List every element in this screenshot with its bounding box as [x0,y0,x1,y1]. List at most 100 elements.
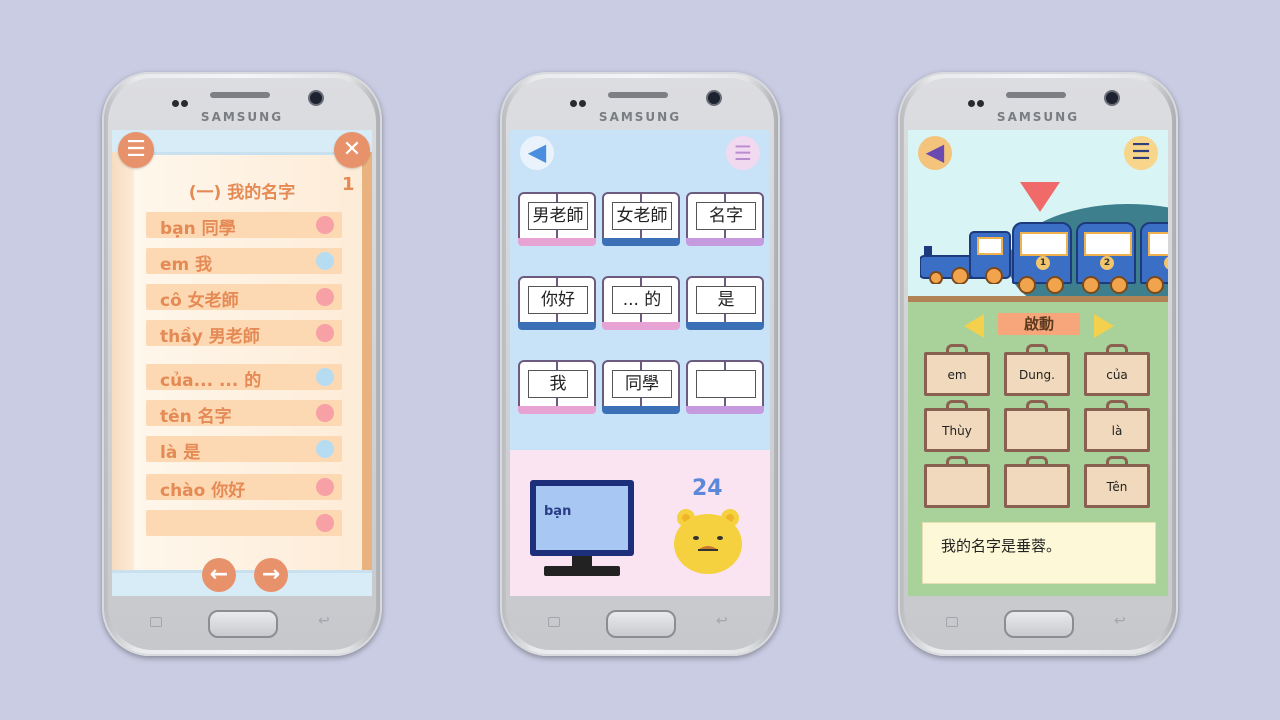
vocab-row[interactable]: cô 女老師 [146,284,342,311]
suitcase-word[interactable]: Thùy [924,400,990,452]
train-car: 1 [1012,222,1072,284]
card-word: 名字 [696,202,756,230]
vocab-row[interactable]: tên 名字 [146,400,342,427]
car-number: 2 [1100,256,1114,270]
audio-dot[interactable] [316,404,334,422]
word-card[interactable]: 我 [518,356,596,414]
score-counter: 24 [692,476,723,501]
vocab-row[interactable]: bạn 同學 [146,212,342,239]
page-curl [112,152,134,570]
card-word: 女老師 [612,202,672,230]
audio-dot[interactable] [316,252,334,270]
card-word: 你好 [528,286,588,314]
sensor-dots [570,92,592,107]
vocab-row[interactable]: là 是 [146,436,342,463]
next-page-button[interactable]: → [254,558,288,592]
prev-page-button[interactable]: ← [202,558,236,592]
vocab-row[interactable]: của... ... 的 [146,364,342,391]
card-game-screen: ◀ ☰ 男老師 女老師 名字 你好 ... 的 是 我 同學 bạn 24 [510,130,770,596]
back-arrow-icon: ◀ [925,138,945,166]
home-button[interactable] [606,610,676,638]
vocab-row[interactable] [146,510,342,536]
word-card[interactable]: 是 [686,272,764,330]
car-window [1020,232,1068,256]
word-card[interactable]: 你好 [518,272,596,330]
arrow-left-icon: ← [209,562,229,587]
front-camera-icon [1104,90,1120,106]
triangle-right-icon[interactable] [1094,314,1114,338]
back-key[interactable] [716,613,730,629]
audio-dot[interactable] [316,324,334,342]
word-card[interactable]: 名字 [686,188,764,246]
suitcase-label: em [947,368,967,382]
suitcase-word[interactable]: là [1084,400,1150,452]
back-key[interactable] [318,613,332,629]
suitcase-word[interactable]: Tên [1084,456,1150,508]
phone-middle: SAMSUNG ◀ ☰ 男老師 女老師 名字 你好 ... 的 是 我 同學 b… [500,72,780,656]
sentence-panel: 我的名字是垂蓉。 [922,522,1156,584]
car-number: 1 [1036,256,1050,270]
start-control: 啟動 [964,310,1114,340]
menu-icon: ☰ [1131,140,1151,165]
audio-dot[interactable] [316,368,334,386]
audio-dot[interactable] [316,440,334,458]
menu-button[interactable]: ☰ [1124,136,1158,170]
audio-dot[interactable] [316,216,334,234]
triangle-left-icon[interactable] [964,314,984,338]
home-button[interactable] [208,610,278,638]
suitcase-label: Thùy [942,424,972,438]
vocab-row[interactable]: thầy 男老師 [146,320,342,347]
suitcase-word[interactable] [1004,400,1070,452]
game-status-panel: bạn 24 [510,450,770,596]
vocab-text: thầy 男老師 [160,327,260,347]
vocab-row[interactable]: em 我 [146,248,342,275]
back-button[interactable]: ◀ [520,136,554,170]
car-window [1084,232,1132,256]
wheel-icon [1018,276,1036,294]
audio-dot[interactable] [316,478,334,496]
train-car: 3 [1140,222,1168,284]
suitcase-word[interactable]: của [1084,344,1150,396]
vocab-text: tên 名字 [160,407,232,427]
word-card[interactable]: 男老師 [518,188,596,246]
recent-apps-key[interactable] [548,617,562,627]
suitcase-label: Dung. [1019,368,1055,382]
page-number: 1 [342,174,355,195]
recent-apps-key[interactable] [946,617,960,627]
recent-apps-key[interactable] [150,617,164,627]
wheel-icon [1046,276,1064,294]
bear-mascot-icon [674,509,742,574]
sentence-text: 我的名字是垂蓉。 [941,537,1062,555]
card-word: 是 [696,286,756,314]
card-word: 同學 [612,370,672,398]
front-camera-icon [706,90,722,106]
back-key[interactable] [1114,613,1128,629]
vocab-row[interactable]: chào 你好 [146,474,342,501]
start-button[interactable]: 啟動 [998,313,1080,335]
word-card[interactable]: 同學 [602,356,680,414]
audio-dot[interactable] [316,288,334,306]
back-button[interactable]: ◀ [918,136,952,170]
menu-button[interactable]: ☰ [726,136,760,170]
suitcase-word[interactable]: em [924,344,990,396]
vocab-list-screen: ☰ ✕ (一) 我的名字 1 bạn 同學 em 我 cô 女老師 thầy 男… [112,130,372,596]
menu-button[interactable]: ☰ [118,132,154,168]
suitcase-word[interactable] [1004,456,1070,508]
vocab-text: của... ... 的 [160,371,262,391]
word-card[interactable] [686,356,764,414]
suitcase-word[interactable] [924,456,990,508]
brand-logo: SAMSUNG [996,110,1080,124]
audio-dot[interactable] [316,514,334,532]
vocab-text: chào 你好 [160,481,246,501]
close-button[interactable]: ✕ [334,132,370,168]
earpiece-speaker [608,92,668,98]
word-card[interactable]: 女老師 [602,188,680,246]
suitcase-word[interactable]: Dung. [1004,344,1070,396]
word-card[interactable]: ... 的 [602,272,680,330]
sensor-dots [172,92,194,107]
home-button[interactable] [1004,610,1074,638]
arrow-right-icon: → [261,562,281,587]
book-edge [362,152,372,570]
front-camera-icon [308,90,324,106]
prompt-word: bạn [544,504,572,519]
